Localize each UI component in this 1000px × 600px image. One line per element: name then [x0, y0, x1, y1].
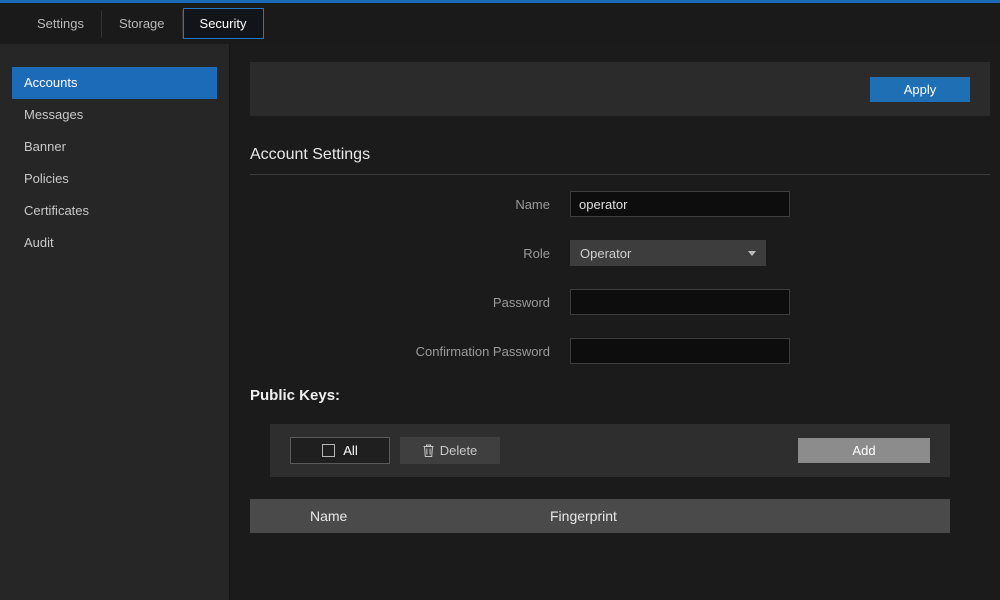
- column-header-name: Name: [250, 508, 550, 524]
- sidebar-item-messages[interactable]: Messages: [12, 99, 217, 131]
- column-header-fingerprint: Fingerprint: [550, 508, 950, 524]
- confirmation-password-label: Confirmation Password: [250, 344, 550, 359]
- name-label: Name: [250, 197, 550, 212]
- checkbox-unchecked-icon[interactable]: [322, 444, 335, 457]
- role-select[interactable]: Operator: [570, 240, 766, 266]
- confirmation-password-input[interactable]: [570, 338, 790, 364]
- form-row-role: Role Operator: [250, 240, 990, 266]
- trash-icon: [423, 444, 434, 457]
- form-row-name: Name: [250, 191, 990, 217]
- sidebar-item-certificates[interactable]: Certificates: [12, 195, 217, 227]
- form-row-confirmation-password: Confirmation Password: [250, 338, 990, 364]
- content-row: Accounts Messages Banner Policies Certif…: [0, 44, 1000, 600]
- select-all-button[interactable]: All: [290, 437, 390, 464]
- name-input[interactable]: [570, 191, 790, 217]
- section-title-account-settings: Account Settings: [250, 146, 990, 175]
- public-keys-toolbar: All Delete Add: [270, 424, 950, 477]
- select-all-label: All: [343, 443, 357, 458]
- account-settings-form: Name Role Operator Password: [250, 191, 990, 364]
- app-window: Settings Storage Security Accounts Messa…: [0, 0, 1000, 600]
- apply-button[interactable]: Apply: [870, 77, 970, 102]
- top-navigation: Settings Storage Security: [0, 0, 1000, 44]
- apply-toolbar: Apply: [250, 62, 990, 116]
- tab-settings[interactable]: Settings: [20, 8, 101, 39]
- role-label: Role: [250, 246, 550, 261]
- sidebar-item-policies[interactable]: Policies: [12, 163, 217, 195]
- form-row-password: Password: [250, 289, 990, 315]
- tab-security[interactable]: Security: [183, 8, 264, 39]
- chevron-down-icon: [748, 251, 756, 256]
- sidebar-item-audit[interactable]: Audit: [12, 227, 217, 259]
- public-keys-title: Public Keys:: [250, 387, 990, 404]
- sidebar: Accounts Messages Banner Policies Certif…: [0, 44, 230, 600]
- public-keys-table-header: Name Fingerprint: [250, 499, 950, 533]
- main-content: Apply Account Settings Name Role Operato…: [230, 44, 1000, 600]
- delete-button[interactable]: Delete: [400, 437, 500, 464]
- password-label: Password: [250, 295, 550, 310]
- delete-label: Delete: [440, 443, 478, 458]
- role-selected-value: Operator: [580, 246, 631, 261]
- sidebar-item-accounts[interactable]: Accounts: [12, 67, 217, 99]
- password-input[interactable]: [570, 289, 790, 315]
- sidebar-item-banner[interactable]: Banner: [12, 131, 217, 163]
- add-button[interactable]: Add: [798, 438, 930, 463]
- tab-storage[interactable]: Storage: [102, 8, 182, 39]
